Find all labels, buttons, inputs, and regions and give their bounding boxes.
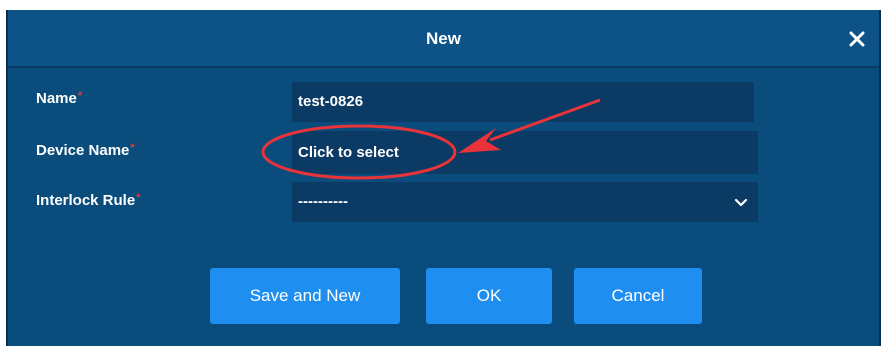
ok-button[interactable]: OK — [426, 268, 552, 324]
cancel-button[interactable]: Cancel — [574, 268, 702, 324]
close-icon[interactable] — [847, 29, 867, 49]
name-field[interactable]: test-0826 — [292, 82, 754, 122]
name-value: test-0826 — [298, 93, 364, 110]
interlock-rule-value: ---------- — [298, 193, 348, 210]
required-mark: * — [136, 192, 141, 204]
device-name-value: Click to select — [298, 144, 399, 161]
new-dialog: New Name* test-0826 Device Name* Click t… — [6, 10, 881, 346]
save-and-new-button[interactable]: Save and New — [210, 268, 400, 324]
required-mark: * — [77, 90, 83, 102]
device-name-selector[interactable]: Click to select — [292, 131, 758, 174]
interlock-rule-label: Interlock Rule* — [36, 192, 141, 209]
device-name-label: Device Name* — [36, 142, 135, 159]
interlock-rule-select[interactable]: ---------- — [292, 182, 758, 222]
required-mark: * — [130, 142, 135, 154]
dialog-title: New — [426, 29, 461, 48]
dialog-titlebar: New — [8, 10, 879, 68]
name-label: Name* — [36, 90, 83, 107]
chevron-down-icon — [734, 198, 748, 207]
